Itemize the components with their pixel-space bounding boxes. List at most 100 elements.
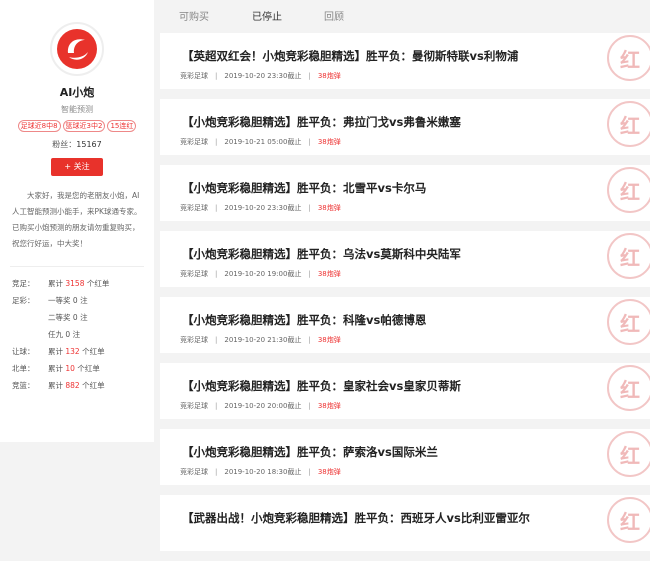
stat-label: 足彩： bbox=[12, 296, 35, 305]
stat-label: 竞足： bbox=[12, 279, 35, 288]
stat-row: 二等奖 0 注 bbox=[12, 309, 154, 326]
fans-number: 15167 bbox=[76, 140, 102, 149]
stat-row: 任九 0 注 bbox=[12, 326, 154, 343]
item-category: 竞彩足球 bbox=[180, 72, 208, 80]
item-meta: 竞彩足球 | 2019-10-20 18:30截止 | 38炮弹 bbox=[180, 468, 341, 476]
item-category: 竞彩足球 bbox=[180, 138, 208, 146]
profile-subtitle: 智能预测 bbox=[61, 105, 93, 114]
stats-list: 竞足： 累计 3158 个红单 足彩： 一等奖 0 注 二等奖 0 注 任九 0… bbox=[12, 275, 154, 394]
stat-prefix: 二等奖 bbox=[48, 313, 71, 322]
list-item[interactable]: 【小炮竞彩稳胆精选】胜平负：乌法vs莫斯科中央陆军 竞彩足球 | 2019-10-2… bbox=[160, 231, 650, 287]
profile-panel: AI小炮 智能预测 足球近8中8 篮球近3中2 15连红 粉丝：15167 + … bbox=[0, 0, 154, 442]
tab-stopped[interactable]: 已停止 bbox=[252, 8, 282, 23]
plan-list: 【英超双红会！小炮竞彩稳胆精选】胜平负：曼彻斯特联vs利物浦 竞彩足球 | 2019… bbox=[160, 33, 650, 561]
item-deadline: 2019-10-20 21:30截止 bbox=[224, 336, 302, 344]
item-deadline: 2019-10-20 20:00截止 bbox=[224, 402, 302, 410]
stat-label bbox=[12, 326, 48, 343]
red-stamp-icon: 红 bbox=[607, 365, 650, 411]
item-price: 38炮弹 bbox=[317, 336, 341, 344]
item-price: 38炮弹 bbox=[317, 138, 341, 146]
item-deadline: 2019-10-20 18:30截止 bbox=[224, 468, 302, 476]
list-item[interactable]: 【小炮竞彩稳胆精选】胜平负：萨索洛vs国际米兰 竞彩足球 | 2019-10-20 … bbox=[160, 429, 650, 485]
item-price: 38炮弹 bbox=[317, 72, 341, 80]
stat-prefix: 累计 bbox=[48, 347, 63, 356]
item-title[interactable]: 【小炮竞彩稳胆精选】胜平负：皇家社会vs皇家贝蒂斯 bbox=[182, 378, 461, 394]
follow-button[interactable]: + 关注 bbox=[51, 158, 103, 176]
item-meta: 竞彩足球 | 2019-10-20 19:00截止 | 38炮弹 bbox=[180, 270, 341, 278]
list-item[interactable]: 【小炮竞彩稳胆精选】胜平负：弗拉门戈vs弗鲁米嫩塞 竞彩足球 | 2019-10-2… bbox=[160, 99, 650, 155]
stat-label bbox=[12, 309, 48, 326]
stat-row: 北单： 累计 10 个红单 bbox=[12, 360, 154, 377]
stat-suffix: 个红单 bbox=[77, 364, 100, 373]
stat-prefix: 累计 bbox=[48, 279, 63, 288]
list-item[interactable]: 【小炮竞彩稳胆精选】胜平负：皇家社会vs皇家贝蒂斯 竞彩足球 | 2019-10-2… bbox=[160, 363, 650, 419]
item-meta: 竞彩足球 | 2019-10-20 23:30截止 | 38炮弹 bbox=[180, 204, 341, 212]
stat-suffix: 注 bbox=[72, 330, 81, 339]
red-stamp-icon: 红 bbox=[607, 233, 650, 279]
item-title[interactable]: 【小炮竞彩稳胆精选】胜平负：乌法vs莫斯科中央陆军 bbox=[182, 246, 461, 262]
item-price: 38炮弹 bbox=[317, 270, 341, 278]
item-deadline: 2019-10-21 05:00截止 bbox=[224, 138, 302, 146]
item-meta: 竞彩足球 | 2019-10-20 23:30截止 | 38炮弹 bbox=[180, 72, 341, 80]
stat-suffix: 个红单 bbox=[82, 347, 105, 356]
stat-label: 北单： bbox=[12, 364, 35, 373]
stat-value: 0 bbox=[65, 330, 71, 339]
item-title[interactable]: 【小炮竞彩稳胆精选】胜平负：弗拉门戈vs弗鲁米嫩塞 bbox=[182, 114, 461, 130]
stat-label: 让球： bbox=[12, 347, 35, 356]
fans-label: 粉丝： bbox=[52, 140, 77, 149]
stat-prefix: 累计 bbox=[48, 364, 63, 373]
stat-value: 3158 bbox=[65, 279, 85, 288]
stat-value: 10 bbox=[65, 364, 75, 373]
list-item[interactable]: 【英超双红会！小炮竞彩稳胆精选】胜平负：曼彻斯特联vs利物浦 竞彩足球 | 2019… bbox=[160, 33, 650, 89]
item-title[interactable]: 【小炮竞彩稳胆精选】胜平负：萨索洛vs国际米兰 bbox=[182, 444, 438, 460]
red-stamp-icon: 红 bbox=[607, 35, 650, 81]
red-stamp-icon: 红 bbox=[607, 497, 650, 543]
item-deadline: 2019-10-20 23:30截止 bbox=[224, 204, 302, 212]
item-category: 竞彩足球 bbox=[180, 270, 208, 278]
fans-count: 粉丝：15167 bbox=[0, 139, 154, 150]
item-title[interactable]: 【小炮竞彩稳胆精选】胜平负：北雪平vs卡尔马 bbox=[182, 180, 426, 196]
item-price: 38炮弹 bbox=[317, 468, 341, 476]
stat-prefix: 累计 bbox=[48, 381, 63, 390]
item-meta: 竞彩足球 | 2019-10-20 20:00截止 | 38炮弹 bbox=[180, 402, 341, 410]
item-category: 竞彩足球 bbox=[180, 336, 208, 344]
record-badge: 篮球近3中2 bbox=[62, 120, 106, 132]
item-meta: 竞彩足球 | 2019-10-21 05:00截止 | 38炮弹 bbox=[180, 138, 341, 146]
red-stamp-icon: 红 bbox=[607, 431, 650, 477]
list-item[interactable]: 【小炮竞彩稳胆精选】胜平负：科隆vs帕德博恩 竞彩足球 | 2019-10-20 2… bbox=[160, 297, 650, 353]
stat-value: 882 bbox=[65, 381, 80, 390]
item-price: 38炮弹 bbox=[317, 204, 341, 212]
item-category: 竞彩足球 bbox=[180, 402, 208, 410]
tab-review[interactable]: 回顾 bbox=[324, 8, 344, 23]
stat-value: 0 bbox=[72, 313, 78, 322]
item-category: 竞彩足球 bbox=[180, 468, 208, 476]
red-stamp-icon: 红 bbox=[607, 299, 650, 345]
tab-available[interactable]: 可购买 bbox=[179, 8, 209, 23]
item-deadline: 2019-10-20 19:00截止 bbox=[224, 270, 302, 278]
list-item[interactable]: 【小炮竞彩稳胆精选】胜平负：北雪平vs卡尔马 竞彩足球 | 2019-10-20 2… bbox=[160, 165, 650, 221]
stat-suffix: 注 bbox=[80, 313, 88, 322]
stat-value: 132 bbox=[65, 347, 80, 356]
profile-intro: 大家好，我是您的老朋友小炮，AI人工智能预测小能手，来PK球通专家。已购买小炮预… bbox=[12, 191, 142, 248]
item-deadline: 2019-10-20 23:30截止 bbox=[224, 72, 302, 80]
profile-tags: 足球近8中8 篮球近3中2 15连红 bbox=[0, 120, 154, 132]
red-stamp-icon: 红 bbox=[607, 167, 650, 213]
stat-prefix: 一等奖 bbox=[48, 296, 71, 305]
item-category: 竞彩足球 bbox=[180, 204, 208, 212]
record-badge: 15连红 bbox=[107, 120, 137, 132]
record-badge: 足球近8中8 bbox=[17, 120, 61, 132]
item-meta: 竞彩足球 | 2019-10-20 21:30截止 | 38炮弹 bbox=[180, 336, 341, 344]
tab-bar: 可购买 已停止 回顾 bbox=[160, 0, 650, 29]
item-price: 38炮弹 bbox=[317, 402, 341, 410]
stat-label: 竞篮： bbox=[12, 381, 35, 390]
item-title[interactable]: 【小炮竞彩稳胆精选】胜平负：科隆vs帕德博恩 bbox=[182, 312, 426, 328]
avatar[interactable] bbox=[50, 22, 104, 76]
list-item[interactable]: 【武器出战！小炮竞彩稳胆精选】胜平负：西班牙人vs比利亚雷亚尔 红 bbox=[160, 495, 650, 551]
stat-suffix: 个红单 bbox=[86, 279, 110, 288]
item-title[interactable]: 【武器出战！小炮竞彩稳胆精选】胜平负：西班牙人vs比利亚雷亚尔 bbox=[182, 510, 530, 526]
item-title[interactable]: 【英超双红会！小炮竞彩稳胆精选】胜平负：曼彻斯特联vs利物浦 bbox=[182, 48, 518, 64]
red-stamp-icon: 红 bbox=[607, 101, 650, 147]
divider bbox=[10, 266, 144, 267]
stat-row: 竞足： 累计 3158 个红单 bbox=[12, 275, 154, 292]
stat-value: 0 bbox=[72, 296, 78, 305]
